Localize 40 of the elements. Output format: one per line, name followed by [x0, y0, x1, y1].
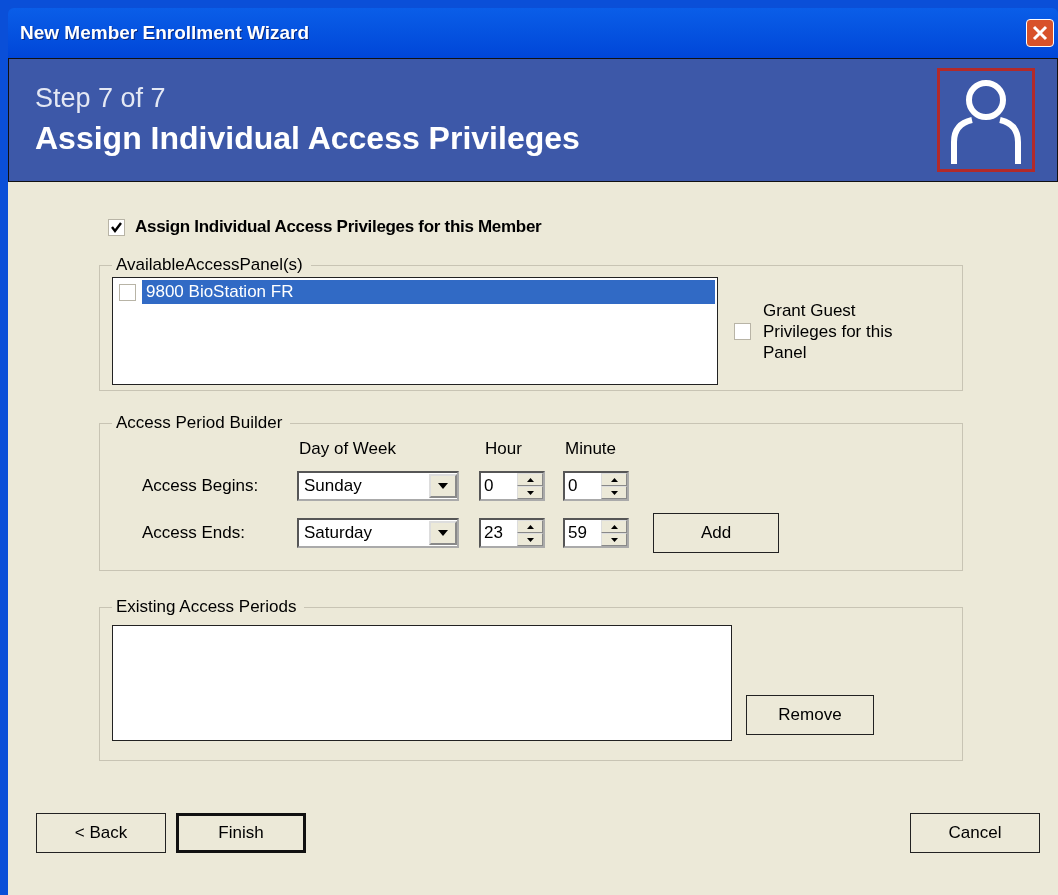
page-title: Assign Individual Access Privileges	[35, 120, 580, 157]
group-label: Access Period Builder	[115, 413, 284, 433]
field-label: Access Begins:	[141, 476, 260, 496]
day-dropdown[interactable]: Sunday	[297, 471, 459, 501]
column-header: Hour	[484, 439, 523, 459]
close-button[interactable]	[1026, 19, 1054, 47]
finish-button[interactable]: Finish	[176, 813, 306, 853]
cancel-button[interactable]: Cancel	[910, 813, 1040, 853]
up-arrow-icon	[610, 524, 618, 529]
down-arrow-icon	[610, 490, 618, 495]
minute-spinner[interactable]: 0	[563, 471, 629, 501]
step-indicator: Step 7 of 7	[35, 83, 167, 114]
check-icon	[110, 220, 123, 234]
caret-icon	[437, 529, 449, 537]
caret-icon	[437, 482, 449, 490]
group-label: Existing Access Periods	[115, 597, 298, 617]
column-header: Minute	[564, 439, 618, 459]
up-arrow-icon	[526, 524, 534, 529]
column-header: Day of Week	[298, 439, 397, 459]
group-label: AvailableAccessPanel(s)	[115, 255, 304, 275]
hour-spinner[interactable]: 23	[479, 518, 545, 548]
up-arrow-icon	[526, 477, 534, 482]
guest-privileges-checkbox[interactable]: Grant Guest Privileges for this Panel	[734, 277, 924, 385]
down-arrow-icon	[610, 537, 618, 542]
up-arrow-icon	[610, 477, 618, 482]
minute-spinner[interactable]: 59	[563, 518, 629, 548]
close-icon	[1031, 24, 1049, 42]
day-dropdown[interactable]: Saturday	[297, 518, 459, 548]
periods-list[interactable]	[112, 625, 732, 741]
field-label: Access Ends:	[141, 523, 246, 543]
back-button[interactable]: < Back	[36, 813, 166, 853]
down-arrow-icon	[526, 490, 534, 495]
remove-button[interactable]: Remove	[746, 695, 874, 735]
panel-list[interactable]: 9800 BioStation FR	[112, 277, 718, 385]
assign-checkbox[interactable]: Assign Individual Access Privileges for this Member	[108, 217, 1058, 237]
add-button[interactable]: Add	[653, 513, 779, 553]
window-title: New Member Enrollment Wizard	[20, 22, 310, 44]
person-icon	[937, 68, 1035, 172]
down-arrow-icon	[526, 537, 534, 542]
hour-spinner[interactable]: 0	[479, 471, 545, 501]
